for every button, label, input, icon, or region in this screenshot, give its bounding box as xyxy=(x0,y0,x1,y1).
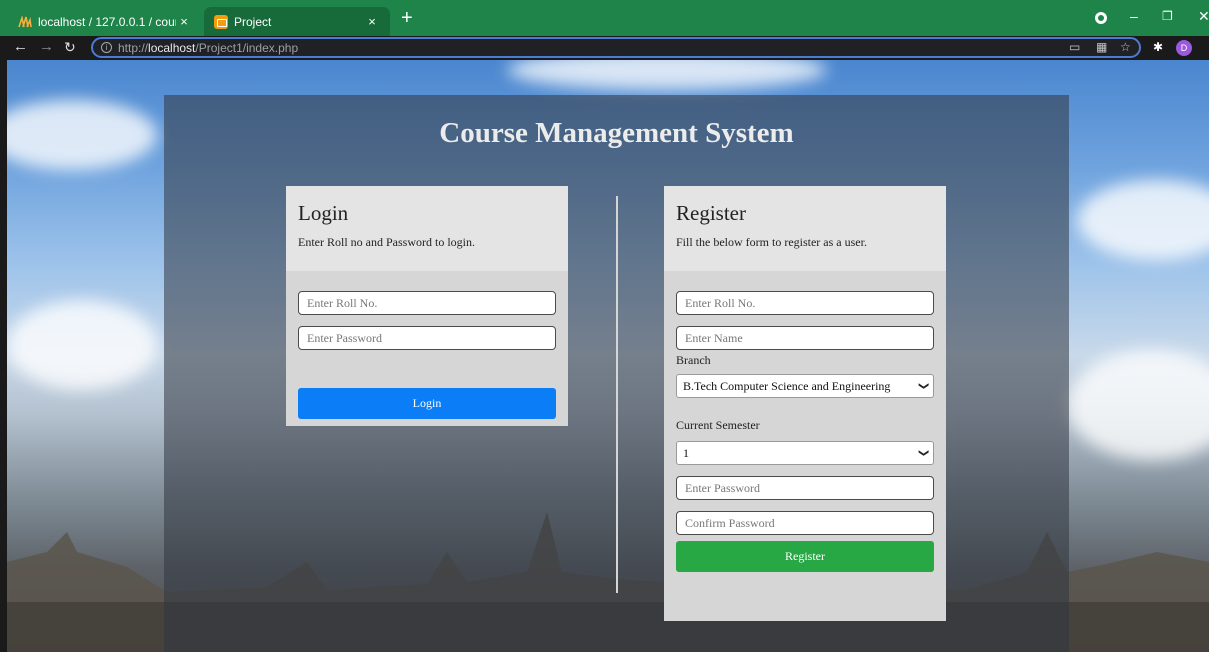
register-card-body: Branch B.Tech Computer Science and Engin… xyxy=(664,271,946,621)
main-panel: Course Management System Login Enter Rol… xyxy=(164,95,1069,652)
avatar[interactable]: D xyxy=(1176,40,1192,56)
tab-project[interactable]: Project × xyxy=(204,7,390,36)
register-password-input[interactable] xyxy=(676,476,934,500)
semester-select-value: 1 xyxy=(683,446,689,460)
cloud xyxy=(7,300,157,390)
star-icon[interactable]: ☆ xyxy=(1120,40,1131,54)
cloud xyxy=(507,60,827,90)
phpmyadmin-icon xyxy=(18,15,32,28)
branch-select-value: B.Tech Computer Science and Engineering xyxy=(683,379,891,393)
window-close-icon[interactable]: ✕ xyxy=(1198,8,1209,25)
login-roll-input[interactable] xyxy=(298,291,556,315)
login-card: Login Enter Roll no and Password to logi… xyxy=(286,186,568,426)
info-icon[interactable]: i xyxy=(101,42,112,53)
register-card: Register Fill the below form to register… xyxy=(664,186,946,621)
chevron-down-icon: ❯ xyxy=(917,448,929,458)
maximize-icon[interactable]: ❐ xyxy=(1162,9,1173,23)
register-heading: Register xyxy=(676,201,746,225)
browser-tab-bar: localhost / 127.0.0.1 / course_ma × Proj… xyxy=(0,0,1209,36)
login-card-header: Login Enter Roll no and Password to logi… xyxy=(286,186,568,271)
register-subtitle: Fill the below form to register as a use… xyxy=(676,235,867,249)
register-roll-input[interactable] xyxy=(676,291,934,315)
cloud xyxy=(1077,180,1209,260)
close-icon[interactable]: × xyxy=(364,14,380,29)
url-text: http://localhost/Project1/index.php xyxy=(118,40,299,55)
semester-label: Current Semester xyxy=(676,418,760,432)
register-card-header: Register Fill the below form to register… xyxy=(664,186,946,271)
register-button[interactable]: Register xyxy=(676,541,934,572)
login-password-input[interactable] xyxy=(298,326,556,350)
semester-select[interactable]: 1 ❯ xyxy=(676,441,934,465)
cast-icon[interactable]: ▭ xyxy=(1069,40,1080,54)
back-icon[interactable]: ← xyxy=(13,38,28,56)
login-button[interactable]: Login xyxy=(298,388,556,419)
vertical-divider xyxy=(616,196,618,593)
cloud xyxy=(7,100,157,170)
login-heading: Login xyxy=(298,201,349,225)
minimize-icon[interactable]: – xyxy=(1130,8,1138,24)
reload-icon[interactable]: ↻ xyxy=(64,38,76,56)
branch-select[interactable]: B.Tech Computer Science and Engineering … xyxy=(676,374,934,398)
chevron-down-icon: ❯ xyxy=(917,381,929,391)
register-confirm-password-input[interactable] xyxy=(676,511,934,535)
login-card-body: Login xyxy=(286,271,568,426)
project-favicon-icon xyxy=(214,14,228,29)
record-icon[interactable] xyxy=(1095,12,1107,24)
register-name-input[interactable] xyxy=(676,326,934,350)
forward-icon[interactable]: → xyxy=(39,38,54,56)
address-bar[interactable]: i http://localhost/Project1/index.php xyxy=(91,37,1141,58)
extensions-icon[interactable]: ✱ xyxy=(1153,40,1163,54)
tab-label: localhost / 127.0.0.1 / course_ma xyxy=(38,14,176,29)
login-subtitle: Enter Roll no and Password to login. xyxy=(298,235,475,249)
browser-toolbar: ← → ↻ i http://localhost/Project1/index.… xyxy=(0,36,1209,60)
tab-label: Project xyxy=(234,14,272,29)
new-tab-button[interactable]: + xyxy=(401,7,413,29)
cloud xyxy=(1067,350,1209,460)
close-icon[interactable]: × xyxy=(176,14,192,29)
page-background: Course Management System Login Enter Rol… xyxy=(7,60,1209,652)
page-title: Course Management System xyxy=(439,117,794,149)
tab-phpmyadmin[interactable]: localhost / 127.0.0.1 / course_ma × xyxy=(10,7,200,36)
branch-label: Branch xyxy=(676,353,711,367)
qr-icon[interactable]: ▦ xyxy=(1096,40,1107,54)
